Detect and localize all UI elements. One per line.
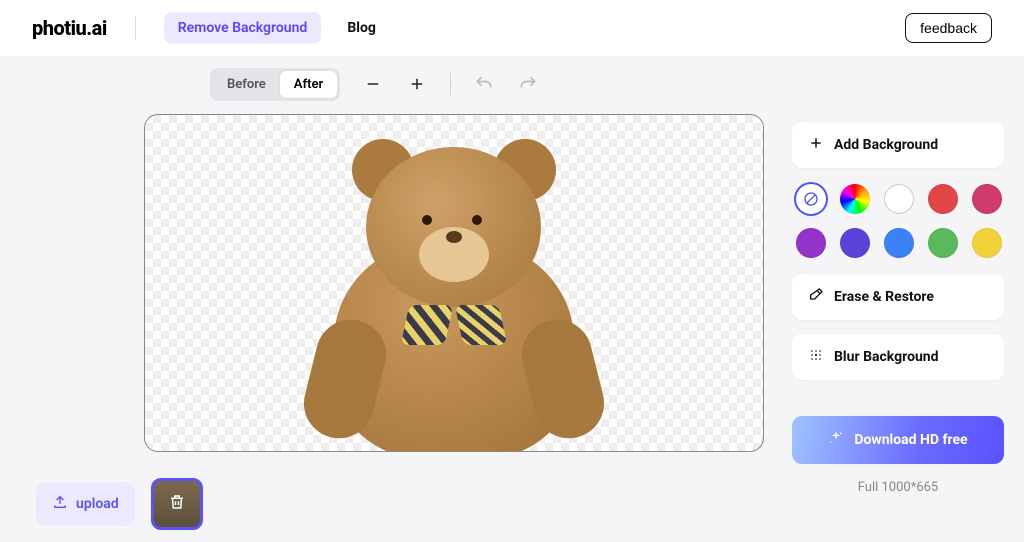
redo-icon[interactable] (517, 73, 539, 95)
swatch-white[interactable] (884, 184, 914, 214)
add-background-label: Add Background (834, 137, 938, 153)
upload-label: upload (76, 496, 119, 512)
image-thumbnail[interactable] (151, 478, 203, 530)
swatch-yellow[interactable] (972, 228, 1002, 258)
eraser-icon (808, 287, 824, 307)
sparkle-icon (828, 430, 844, 450)
before-tab[interactable]: Before (213, 71, 280, 98)
add-background-button[interactable]: Add Background (792, 122, 1004, 168)
swatch-blue[interactable] (884, 228, 914, 258)
erase-restore-button[interactable]: Erase & Restore (792, 274, 1004, 320)
swatch-pink[interactable] (972, 184, 1002, 214)
nav-remove-background[interactable]: Remove Background (164, 12, 322, 44)
swatch-indigo[interactable] (840, 228, 870, 258)
upload-icon (52, 494, 68, 514)
zoom-out-icon[interactable] (362, 73, 384, 95)
download-button[interactable]: Download HD free (792, 416, 1004, 464)
plus-icon (808, 135, 824, 155)
download-label: Download HD free (854, 432, 967, 448)
swatch-purple[interactable] (796, 228, 826, 258)
blur-background-button[interactable]: Blur Background (792, 334, 1004, 380)
swatch-red[interactable] (928, 184, 958, 214)
swatch-green[interactable] (928, 228, 958, 258)
after-tab[interactable]: After (280, 71, 337, 98)
blur-background-label: Blur Background (834, 349, 939, 365)
color-palette (792, 182, 1004, 260)
zoom-in-icon[interactable] (406, 73, 428, 95)
nav-blog[interactable]: Blog (347, 20, 376, 36)
delete-thumbnail-overlay[interactable] (154, 481, 200, 527)
undo-icon[interactable] (473, 73, 495, 95)
before-after-toggle: Before After (210, 68, 340, 101)
feedback-button[interactable]: feedback (905, 13, 992, 43)
erase-restore-label: Erase & Restore (834, 289, 934, 305)
swatch-custom-color[interactable] (840, 184, 870, 214)
trash-icon (168, 493, 186, 515)
subject-image (304, 139, 604, 452)
divider (135, 16, 136, 40)
image-dimensions: Full 1000*665 (792, 480, 1004, 495)
swatch-transparent[interactable] (796, 184, 826, 214)
divider (450, 73, 451, 95)
upload-button[interactable]: upload (36, 482, 135, 526)
blur-icon (808, 347, 824, 367)
image-canvas[interactable] (144, 114, 764, 452)
logo[interactable]: photiu.ai (32, 16, 107, 40)
